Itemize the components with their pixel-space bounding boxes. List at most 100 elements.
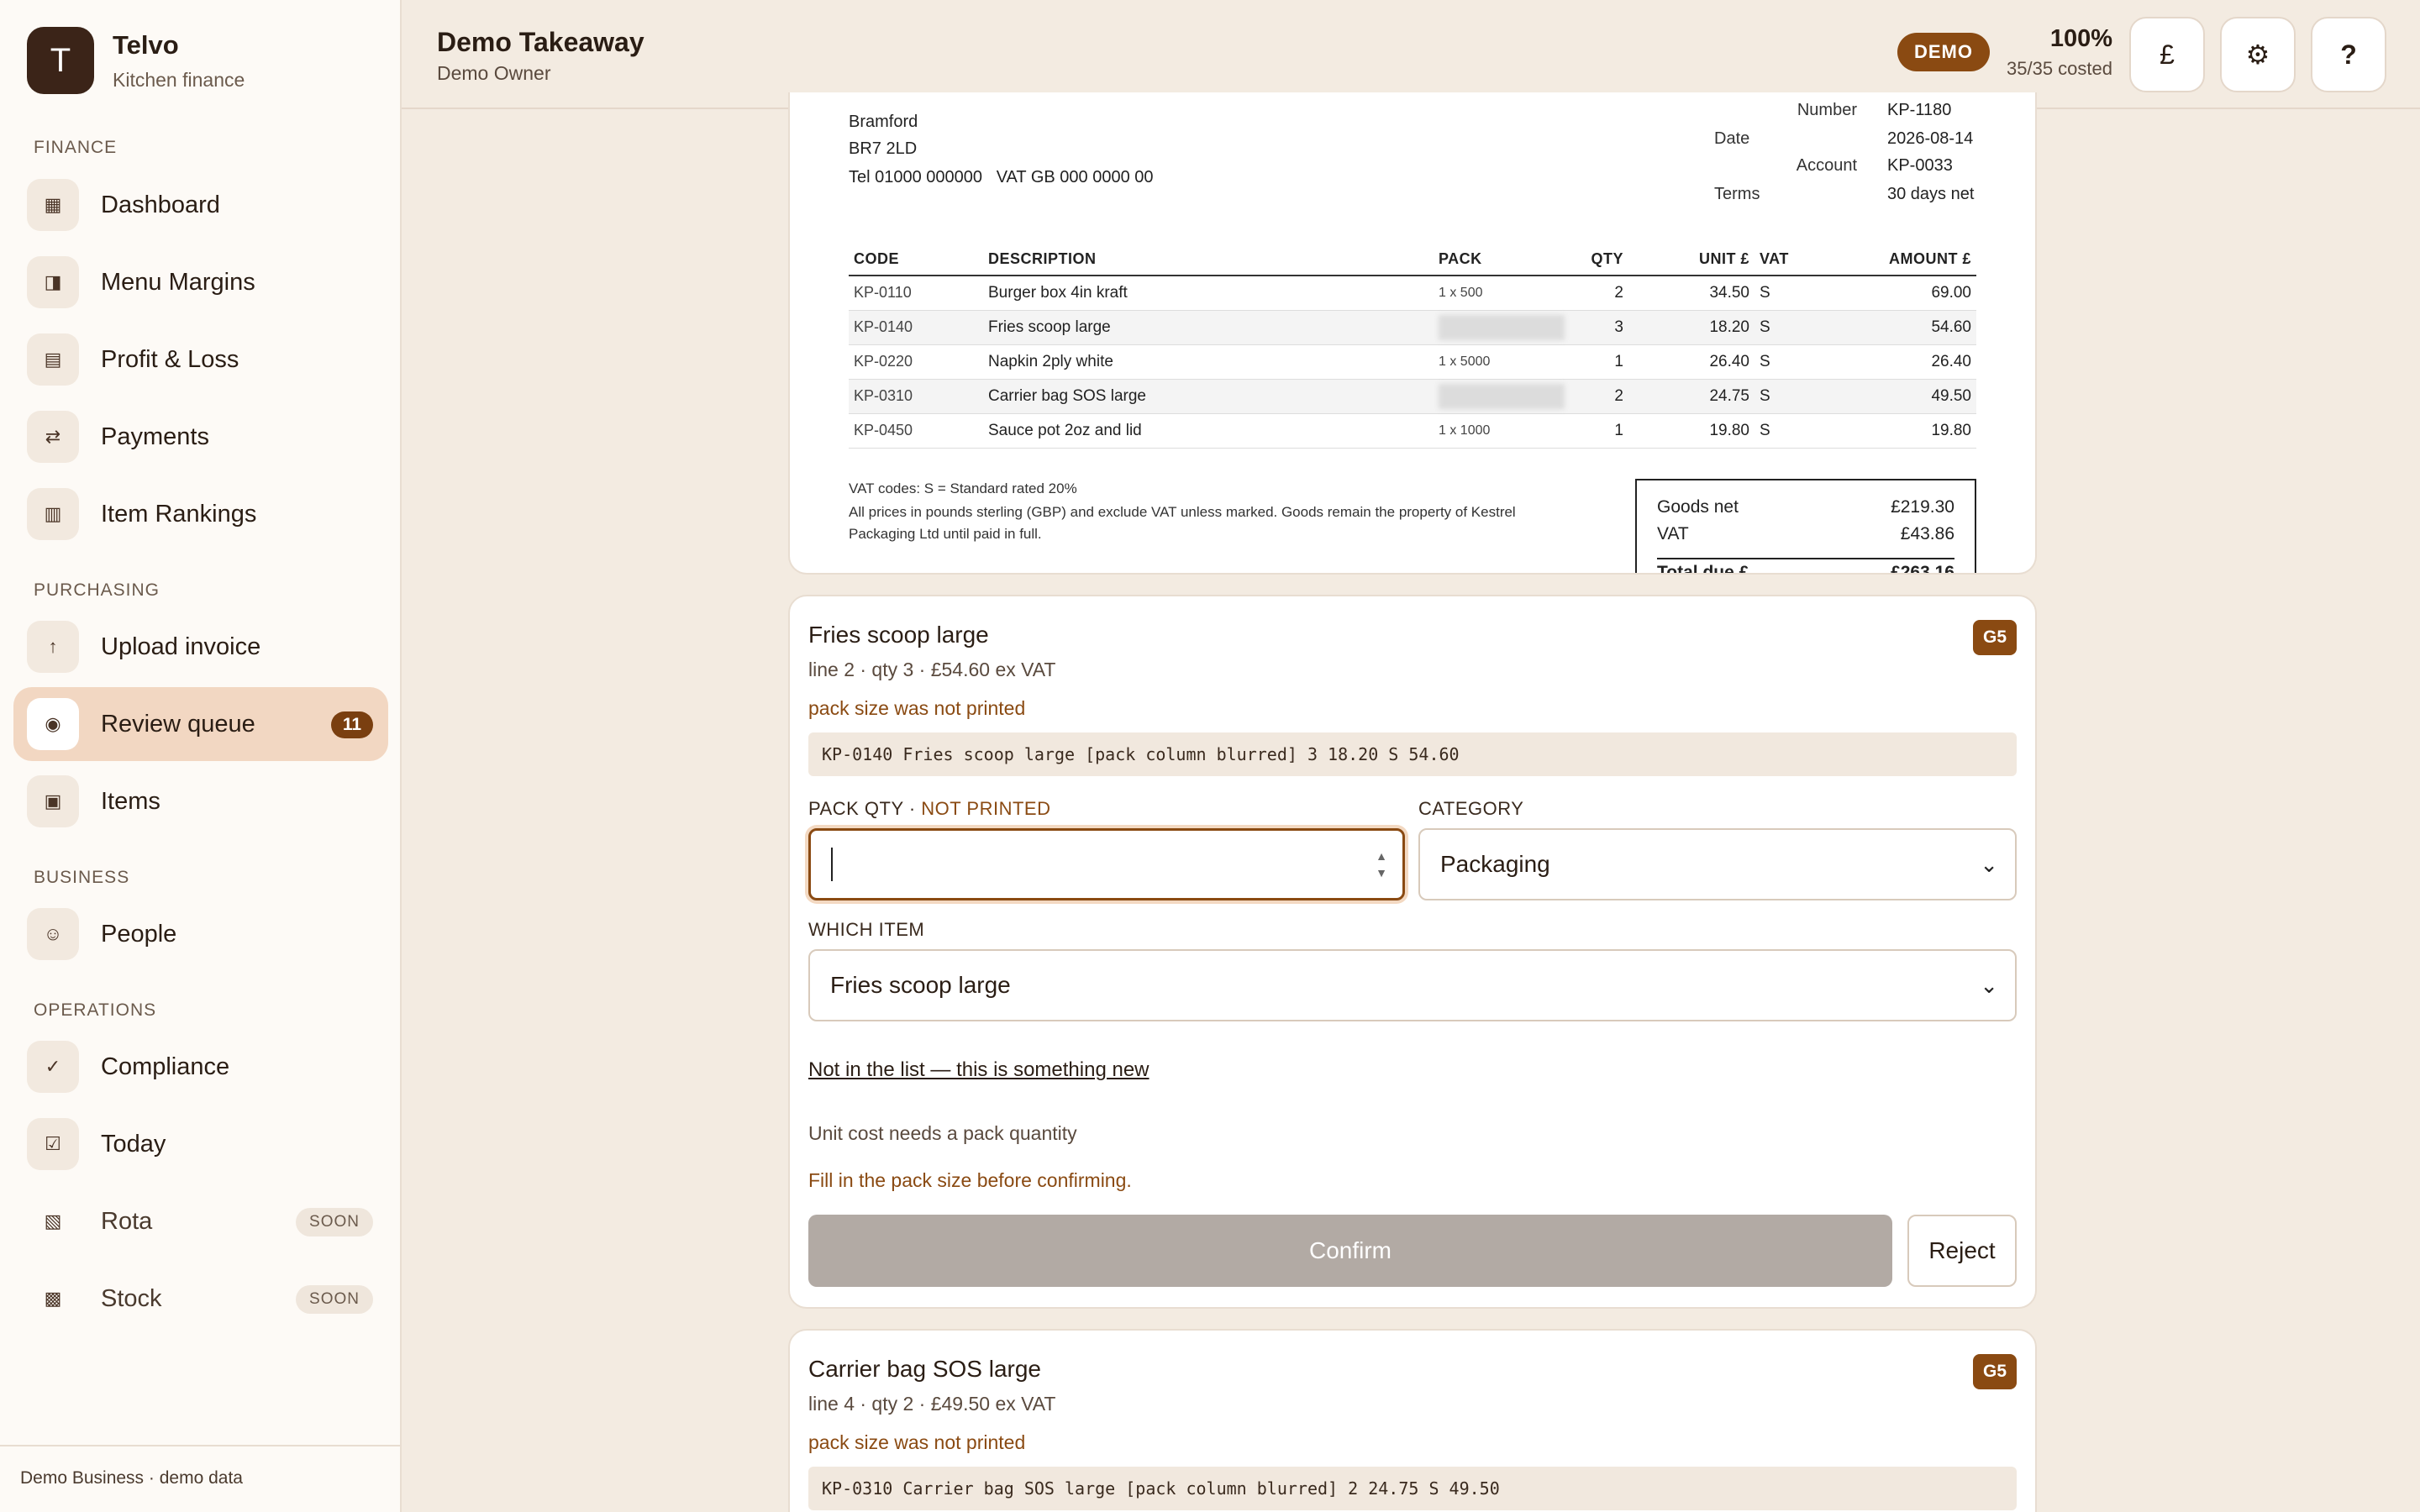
invoice-note: VAT codes: S = Standard rated 20% xyxy=(849,480,1077,496)
sidebar-footer: Demo Business · demo data xyxy=(0,1445,400,1512)
checkmark-icon: ✓ xyxy=(27,1041,79,1093)
cell-qty: 1 xyxy=(1570,413,1628,449)
cell-code: KP-0110 xyxy=(849,276,983,311)
confidence-badge: G5 xyxy=(1973,1354,2017,1389)
sidebar-item-menu-margins[interactable]: ◨ Menu Margins xyxy=(13,245,388,319)
category-label: CATEGORY xyxy=(1418,798,1524,819)
sidebar-item-upload-invoice[interactable]: ↑ Upload invoice xyxy=(13,610,388,684)
help-icon: ? xyxy=(2340,39,2357,70)
invoice-terms-label: Terms xyxy=(1714,185,1760,203)
raw-invoice-line: KP-0140 Fries scoop large [pack column b… xyxy=(808,732,2017,776)
help-button[interactable]: ? xyxy=(2311,17,2386,92)
sidebar-item-today[interactable]: ☑ Today xyxy=(13,1107,388,1181)
dotted-square-icon: ▩ xyxy=(44,1288,62,1309)
invoice-terms: 30 days net xyxy=(1887,185,1975,203)
confirm-button[interactable]: Confirm xyxy=(808,1215,1892,1287)
sidebar-item-item-rankings[interactable]: ▥ Item Rankings xyxy=(13,477,388,551)
table-row: KP-0220 Napkin 2ply white 1 x 5000 1 26.… xyxy=(849,344,1976,380)
column-header: PACK xyxy=(1434,244,1570,276)
spinner-arrows-icon[interactable]: ▲ ▼ xyxy=(1376,848,1387,881)
grid-icon: ▦ xyxy=(27,179,79,231)
cell-unit: 24.75 xyxy=(1628,379,1754,414)
cell-amount: 19.80 xyxy=(1805,413,1976,449)
settings-button[interactable]: ⚙ xyxy=(2220,17,2296,92)
warning-text: pack size was not printed xyxy=(808,1431,1026,1453)
column-header: UNIT £ xyxy=(1628,244,1754,276)
currency-button[interactable]: £ xyxy=(2129,17,2205,92)
section-business: BUSINESS xyxy=(34,868,130,887)
invoice-account: KP-0033 xyxy=(1887,156,1953,175)
goods-net-value: £219.30 xyxy=(1891,497,1954,517)
invoice-note: Packaging Ltd until paid in full. xyxy=(849,526,1042,542)
costed-count: 35/35 costed xyxy=(2007,58,2112,79)
sidebar-item-review-queue[interactable]: ◉ Review queue 11 xyxy=(13,687,388,761)
checkbox-icon: ☑ xyxy=(27,1118,79,1170)
pack-qty-input[interactable]: ▲ ▼ xyxy=(808,828,1405,900)
review-item-title: Carrier bag SOS large xyxy=(808,1356,1042,1382)
sidebar-item-label: Payments xyxy=(101,423,209,450)
reject-button[interactable]: Reject xyxy=(1907,1215,2017,1287)
column-header: AMOUNT £ xyxy=(1805,244,1976,276)
invoice-preview: Bramford BR7 2LD Tel 01000 000000 VAT GB… xyxy=(788,92,2037,575)
vat-label: VAT xyxy=(1657,524,1689,543)
category-value: Packaging xyxy=(1440,851,1550,877)
brand[interactable]: T Telvo Kitchen finance xyxy=(27,27,245,94)
brand-subtitle: Kitchen finance xyxy=(113,68,245,91)
brand-name: Telvo xyxy=(113,29,179,60)
sidebar-item-label: Review queue xyxy=(101,710,255,738)
which-item-value: Fries scoop large xyxy=(830,972,1011,998)
sidebar-item-items[interactable]: ▣ Items xyxy=(13,764,388,838)
review-count-badge: 11 xyxy=(331,711,373,738)
invoice-date: 2026-08-14 xyxy=(1887,129,1974,148)
sidebar-item-people[interactable]: ☺ People xyxy=(13,897,388,971)
pack-qty-label-text: PACK QTY · xyxy=(808,798,922,819)
table-row: KP-0110 Burger box 4in kraft 1 x 500 2 3… xyxy=(849,276,1976,311)
sidebar-item-label: Item Rankings xyxy=(101,500,257,528)
review-card: Carrier bag SOS large line 4 · qty 2 · £… xyxy=(788,1329,2037,1512)
confidence-badge: G5 xyxy=(1973,620,2017,655)
category-select[interactable]: Packaging ⌄ xyxy=(1418,828,2017,900)
warning-text: pack size was not printed xyxy=(808,697,1026,719)
sidebar-item-stock[interactable]: ▩ Stock SOON xyxy=(13,1262,388,1336)
review-item-title: Fries scoop large xyxy=(808,622,989,648)
raw-invoice-line: KP-0310 Carrier bag SOS large [pack colu… xyxy=(808,1467,2017,1510)
section-operations: OPERATIONS xyxy=(34,1000,157,1020)
cell-pack-blurred xyxy=(1434,379,1570,414)
which-item-label: WHICH ITEM xyxy=(808,919,925,940)
hatched-square-icon: ▧ xyxy=(44,1210,62,1231)
cell-pack: 1 x 1000 xyxy=(1434,413,1570,449)
invoice-totals: Goods net £219.30 VAT £43.86 Total due £… xyxy=(1635,479,1976,575)
text-caret xyxy=(831,848,833,881)
costed-percent: 100% xyxy=(2049,25,2112,52)
section-purchasing: PURCHASING xyxy=(34,580,160,600)
column-header: QTY xyxy=(1570,244,1628,276)
sidebar-item-rota[interactable]: ▧ Rota SOON xyxy=(13,1184,388,1258)
sidebar-item-label: Dashboard xyxy=(101,191,220,218)
radio-dot-icon: ◉ xyxy=(27,698,79,750)
invoice-number: KP-1180 xyxy=(1887,101,1952,119)
cell-amount: 69.00 xyxy=(1805,276,1976,311)
sidebar-item-compliance[interactable]: ✓ Compliance xyxy=(13,1030,388,1104)
sidebar-item-label: Today xyxy=(101,1130,166,1158)
cell-amount: 49.50 xyxy=(1805,379,1976,414)
column-header: CODE xyxy=(849,244,983,276)
new-item-link[interactable]: Not in the list — this is something new xyxy=(808,1058,1150,1082)
total-due-value: £263.16 xyxy=(1891,563,1954,575)
cell-amount: 54.60 xyxy=(1805,310,1976,345)
cell-code: KP-0450 xyxy=(849,413,983,449)
cell-description: Burger box 4in kraft xyxy=(983,276,1434,311)
box-icon: ▣ xyxy=(27,775,79,827)
cell-code: KP-0220 xyxy=(849,344,983,380)
cell-unit: 26.40 xyxy=(1628,344,1754,380)
cell-vat: S xyxy=(1754,310,1805,345)
sidebar-item-payments[interactable]: ⇄ Payments xyxy=(13,400,388,474)
section-finance: FINANCE xyxy=(34,138,118,157)
swap-arrows-icon: ⇄ xyxy=(27,411,79,463)
sidebar-item-dashboard[interactable]: ▦ Dashboard xyxy=(13,168,388,242)
soon-badge: SOON xyxy=(296,1285,373,1314)
sidebar-item-label: Upload invoice xyxy=(101,633,261,660)
sidebar-item-profit-loss[interactable]: ▤ Profit & Loss xyxy=(13,323,388,396)
which-item-select[interactable]: Fries scoop large ⌄ xyxy=(808,949,2017,1021)
smiley-icon: ☺ xyxy=(27,908,79,960)
pack-qty-label: PACK QTY · NOT PRINTED xyxy=(808,798,1051,820)
